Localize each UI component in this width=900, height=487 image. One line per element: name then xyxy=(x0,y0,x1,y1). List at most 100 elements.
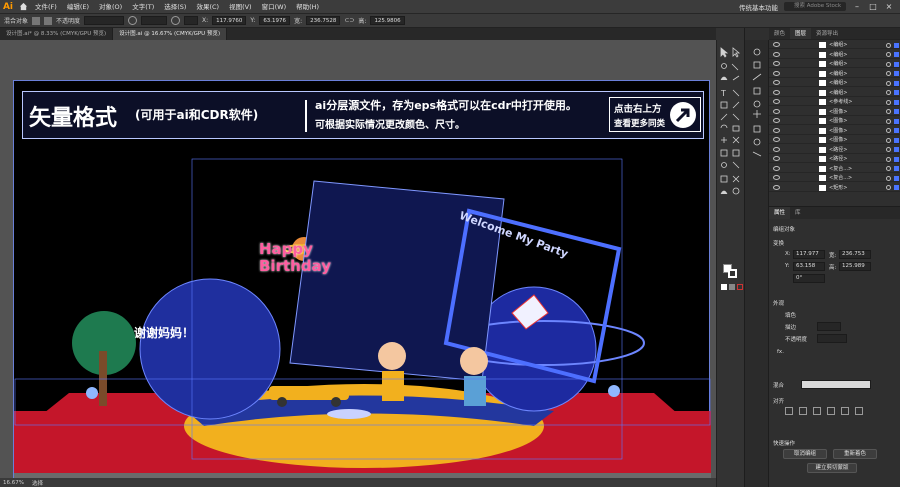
ungroup-button[interactable]: 取消编组 xyxy=(783,449,827,459)
menu-select[interactable]: 选择(S) xyxy=(159,0,191,14)
menu-type[interactable]: 文字(T) xyxy=(127,0,159,14)
align-middle-icon[interactable] xyxy=(841,407,849,415)
fill-swatch[interactable] xyxy=(32,16,41,25)
layer-row[interactable]: <编组> xyxy=(769,41,900,49)
menu-help[interactable]: 帮助(H) xyxy=(291,0,324,14)
eye-icon[interactable] xyxy=(773,61,780,66)
transform-x-field[interactable]: 117.977 xyxy=(793,250,825,259)
stroke-color-box[interactable] xyxy=(728,269,737,278)
eye-icon[interactable] xyxy=(773,108,780,114)
layer-row[interactable]: <路径> xyxy=(769,146,900,154)
target-icon[interactable] xyxy=(886,166,891,171)
align-top-icon[interactable] xyxy=(827,407,835,415)
tab-document-2[interactable]: 设计图.ai @ 16.67% (CMYK/GPU 预览) xyxy=(113,28,228,40)
transform-h-field[interactable]: 125.989 xyxy=(839,262,871,271)
target-icon[interactable] xyxy=(886,90,891,95)
gradient-mode-icon[interactable] xyxy=(729,284,735,290)
layer-row[interactable]: <图像> xyxy=(769,108,900,116)
target-icon[interactable] xyxy=(886,80,891,86)
eye-icon[interactable] xyxy=(773,89,780,95)
eye-icon[interactable] xyxy=(773,175,780,180)
eye-icon[interactable] xyxy=(773,156,780,161)
target-icon[interactable] xyxy=(886,128,891,133)
tab-libraries[interactable]: 库 xyxy=(790,207,806,219)
target-icon[interactable] xyxy=(886,118,891,124)
align-icon[interactable] xyxy=(171,16,181,25)
menu-view[interactable]: 视图(V) xyxy=(224,0,257,14)
target-icon[interactable] xyxy=(886,42,891,48)
layer-row[interactable]: <复合...> xyxy=(769,174,900,182)
none-mode-icon[interactable] xyxy=(737,284,743,290)
menu-file[interactable]: 文件(F) xyxy=(30,0,62,14)
layer-row[interactable]: <图像> xyxy=(769,117,900,125)
target-icon[interactable] xyxy=(886,175,891,181)
stroke-swatch[interactable] xyxy=(44,16,53,25)
opacity-value-field[interactable] xyxy=(817,334,847,343)
blend-mode-select[interactable] xyxy=(801,380,871,389)
target-icon[interactable] xyxy=(886,71,891,76)
tab-asset-export[interactable]: 资源导出 xyxy=(811,28,843,39)
menu-object[interactable]: 对象(O) xyxy=(94,0,127,14)
recolor-icon[interactable] xyxy=(128,16,138,25)
eye-icon[interactable] xyxy=(773,165,780,171)
party-stage-artwork[interactable] xyxy=(14,81,711,478)
tab-document-1[interactable]: 设计图.ai* @ 8.33% (CMYK/GPU 预览) xyxy=(0,28,114,40)
target-icon[interactable] xyxy=(886,99,891,105)
opacity-field[interactable] xyxy=(84,16,125,25)
eye-icon[interactable] xyxy=(773,137,780,142)
ref-point-field[interactable] xyxy=(184,16,199,25)
target-icon[interactable] xyxy=(886,156,891,162)
align-center-icon[interactable] xyxy=(799,407,807,415)
opacity-label[interactable]: 不透明度 xyxy=(56,16,80,25)
eye-icon[interactable] xyxy=(773,146,780,152)
close-icon[interactable]: × xyxy=(884,2,894,11)
target-icon[interactable] xyxy=(886,147,891,152)
tab-layers[interactable]: 图层 xyxy=(790,28,812,39)
align-left-icon[interactable] xyxy=(785,407,793,415)
minimize-icon[interactable]: – xyxy=(852,2,862,11)
fx-icon[interactable]: fx. xyxy=(777,349,784,355)
layer-row[interactable]: <图像> xyxy=(769,136,900,144)
eye-icon[interactable] xyxy=(773,99,780,104)
align-right-icon[interactable] xyxy=(813,407,821,415)
make-clipping-mask-button[interactable]: 建立剪切蒙版 xyxy=(807,463,857,473)
y-field[interactable]: 63.1976 xyxy=(259,16,291,25)
target-icon[interactable] xyxy=(886,185,891,190)
tab-color[interactable]: 颜色 xyxy=(769,28,790,39)
layer-row[interactable]: <编组> xyxy=(769,89,900,97)
eye-icon[interactable] xyxy=(773,42,780,47)
color-mode-icon[interactable] xyxy=(721,284,727,290)
target-icon[interactable] xyxy=(886,109,891,114)
w-field[interactable]: 236.7528 xyxy=(306,16,341,25)
recolor-button[interactable]: 重新着色 xyxy=(833,449,877,459)
home-icon[interactable] xyxy=(16,0,30,14)
layer-row[interactable]: <编组> xyxy=(769,60,900,68)
target-icon[interactable] xyxy=(886,52,891,57)
layer-row[interactable]: <矩形> xyxy=(769,184,900,192)
h-field[interactable]: 125.9806 xyxy=(370,16,405,25)
target-icon[interactable] xyxy=(886,61,891,67)
eye-icon[interactable] xyxy=(773,80,780,85)
workspace-switcher[interactable]: 传统基本功能 xyxy=(739,2,778,12)
align-bottom-icon[interactable] xyxy=(855,407,863,415)
eye-icon[interactable] xyxy=(773,127,780,133)
panel-shortcut-icons[interactable] xyxy=(745,44,769,164)
style-field[interactable] xyxy=(141,16,168,25)
transform-y-field[interactable]: 63.158 xyxy=(793,262,825,271)
menu-window[interactable]: 窗口(W) xyxy=(257,0,292,14)
eye-icon[interactable] xyxy=(773,70,780,76)
layer-row[interactable]: <编组> xyxy=(769,70,900,78)
menu-effect[interactable]: 效果(C) xyxy=(191,0,224,14)
artboard[interactable]: 矢量格式 (可用于ai和CDR软件) ai分层源文件，存为eps格式可以在cdr… xyxy=(13,80,711,478)
layer-row[interactable]: <图像> xyxy=(769,127,900,135)
maximize-icon[interactable]: □ xyxy=(868,2,878,11)
layer-row[interactable]: <路径> xyxy=(769,155,900,163)
eye-icon[interactable] xyxy=(773,51,780,57)
layer-row[interactable]: <编组> xyxy=(769,51,900,59)
layer-row[interactable]: <编组> xyxy=(769,79,900,87)
canvas[interactable]: 矢量格式 (可用于ai和CDR软件) ai分层源文件，存为eps格式可以在cdr… xyxy=(0,40,716,478)
eye-icon[interactable] xyxy=(773,184,780,190)
tool-icons-grid[interactable]: T xyxy=(717,44,745,254)
tab-properties[interactable]: 属性 xyxy=(769,207,791,219)
menu-edit[interactable]: 编辑(E) xyxy=(62,0,94,14)
